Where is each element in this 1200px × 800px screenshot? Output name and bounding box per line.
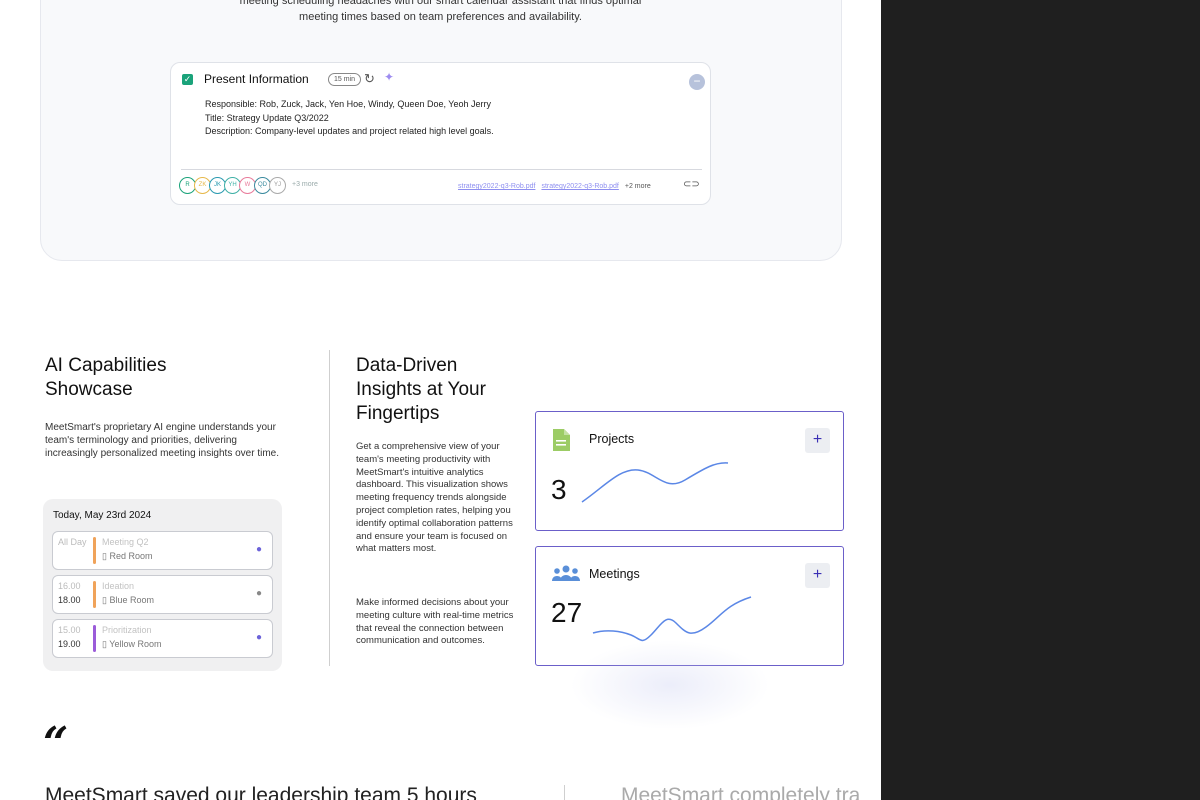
- hero-text-line1: meeting scheduling headaches with our sm…: [239, 0, 642, 7]
- event-room-name: Blue Room: [109, 595, 154, 605]
- add-button[interactable]: +: [805, 563, 830, 588]
- event-room-name: Yellow Room: [109, 639, 162, 649]
- more-files-label[interactable]: +2 more: [625, 183, 651, 190]
- event-name: Meeting Q2: [102, 537, 149, 547]
- data-section-title: Data-Driven Insights at Your Fingertips: [356, 354, 531, 426]
- ai-section-title: AI Capabilities Showcase: [45, 354, 285, 402]
- refresh-icon[interactable]: ↻: [364, 71, 375, 87]
- dd-title-line3: Fingertips: [356, 403, 440, 424]
- hero-description: meeting scheduling headaches with our sm…: [0, 0, 881, 25]
- event-time: All Day: [58, 537, 87, 547]
- file-links: strategy2022-q3-Rob.pdf strategy2022-q3-…: [458, 183, 651, 190]
- task-title: Present Information: [204, 72, 309, 86]
- event-room: ▯ Yellow Room: [102, 639, 162, 649]
- task-description: Description: Company-level updates and p…: [205, 126, 494, 136]
- testimonial-text-2: MeetSmart completely tra: [621, 784, 861, 800]
- event-color-bar: [93, 625, 96, 652]
- calendar-event[interactable]: All Day Meeting Q2 ▯ Red Room ●: [52, 531, 273, 570]
- sparkle-icon[interactable]: ✦: [384, 70, 394, 84]
- event-start-time: 15.00: [58, 625, 81, 635]
- event-name: Prioritization: [102, 625, 152, 635]
- decorative-glow: [570, 640, 770, 730]
- ai-title-line1: AI Capabilities: [45, 355, 167, 376]
- stat-value: 27: [551, 597, 583, 628]
- event-name: Ideation: [102, 581, 135, 591]
- calendar-widget: Today, May 23rd 2024 All Day Meeting Q2 …: [43, 499, 282, 671]
- ai-title-line2: Showcase: [45, 379, 133, 400]
- avatar[interactable]: YJ: [269, 177, 286, 194]
- task-checkbox[interactable]: ✓: [182, 74, 193, 85]
- data-description-2: Make informed decisions about your meeti…: [356, 597, 514, 647]
- task-responsible: Responsible: Rob, Zuck, Jack, Yen Hoe, W…: [205, 99, 491, 109]
- task-details: Responsible: Rob, Zuck, Jack, Yen Hoe, W…: [205, 98, 494, 139]
- more-avatars-label[interactable]: +3 more: [292, 181, 318, 188]
- calendar-event[interactable]: 16.00 18.00 Ideation ▯ Blue Room ●: [52, 575, 273, 614]
- ai-description: MeetSmart's proprietary AI engine unders…: [45, 422, 280, 459]
- chat-icon[interactable]: ●: [256, 632, 262, 643]
- event-room: ▯ Red Room: [102, 551, 153, 561]
- add-button[interactable]: +: [805, 428, 830, 453]
- calendar-event[interactable]: 15.00 19.00 Prioritization ▯ Yellow Room…: [52, 619, 273, 658]
- event-room-name: Red Room: [109, 551, 153, 561]
- event-end-time: 18.00: [58, 595, 81, 605]
- data-description: Get a comprehensive view of your team's …: [356, 441, 513, 555]
- avatar-group: R ZK JK YH W QD YJ: [179, 177, 286, 194]
- attachment-icon[interactable]: ⊂⊃: [683, 179, 700, 190]
- divider: [181, 169, 702, 170]
- chat-icon[interactable]: ●: [256, 588, 262, 599]
- file-link[interactable]: strategy2022-q3-Rob.pdf: [458, 183, 535, 190]
- event-end-time: 19.00: [58, 639, 81, 649]
- event-color-bar: [93, 581, 96, 608]
- testimonial-text: MeetSmart saved our leadership team 5 ho…: [45, 784, 477, 800]
- landing-page: meeting scheduling headaches with our sm…: [0, 0, 881, 800]
- stat-value: 3: [551, 474, 567, 505]
- calendar-date: Today, May 23rd 2024: [53, 510, 152, 521]
- quote-icon: “: [43, 718, 69, 769]
- event-room: ▯ Blue Room: [102, 595, 154, 605]
- people-icon: [551, 563, 581, 588]
- hero-text-line2: meeting times based on team preferences …: [299, 11, 582, 23]
- dark-sidebar-background: [881, 0, 1200, 800]
- document-icon: [551, 428, 571, 457]
- chat-icon[interactable]: ●: [256, 544, 262, 555]
- event-color-bar: [93, 537, 96, 564]
- projects-trend-chart: [581, 462, 729, 503]
- file-link[interactable]: strategy2022-q3-Rob.pdf: [541, 183, 618, 190]
- stat-label: Projects: [589, 432, 635, 446]
- task-card[interactable]: ✓ Present Information 15 min ↻ ✦ − Respo…: [170, 62, 711, 205]
- duration-badge: 15 min: [328, 73, 362, 86]
- stat-label: Meetings: [589, 567, 640, 581]
- event-start-time: 16.00: [58, 581, 81, 591]
- dd-title-line1: Data-Driven: [356, 355, 458, 376]
- remove-button[interactable]: −: [689, 74, 705, 90]
- projects-stat-card[interactable]: Projects + 3: [535, 411, 844, 531]
- dd-title-line2: Insights at Your: [356, 379, 486, 400]
- task-subtitle: Title: Strategy Update Q3/2022: [205, 112, 329, 123]
- testimonial-divider: [564, 785, 565, 800]
- section-divider: [329, 350, 330, 666]
